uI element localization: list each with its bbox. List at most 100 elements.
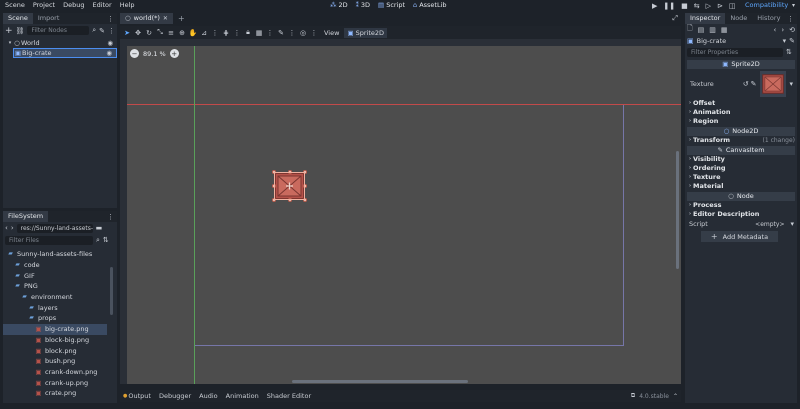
path-field[interactable]: res://Sunny-land-assets-file (16, 223, 93, 233)
section-ordering[interactable]: › Ordering (687, 164, 795, 173)
bottom-tab-debugger[interactable]: Debugger (155, 391, 195, 401)
mode-2d[interactable]: ⁂ 2D (326, 0, 352, 11)
movie-icon[interactable]: ◫ (729, 2, 736, 10)
pause-icon[interactable]: ❚❚ (663, 2, 675, 10)
chevron-down-icon[interactable]: ▾ (789, 80, 793, 88)
section-process[interactable]: › Process (687, 201, 795, 210)
scene-tab-world[interactable]: ○ world(*) ✕ (120, 13, 173, 24)
vertical-scrollbar[interactable] (676, 151, 679, 269)
file-item[interactable]: ▣ crate.png (3, 388, 117, 399)
mode-assetlib[interactable]: ⌂ AssetLib (409, 0, 450, 11)
dock-menu-icon[interactable]: ⋮ (787, 15, 794, 23)
dock-menu-icon[interactable]: ⋮ (107, 15, 114, 23)
filter-files-input[interactable]: Filter Files (5, 235, 93, 245)
close-icon[interactable]: ✕ (163, 13, 168, 24)
tab-scene[interactable]: Scene (3, 13, 33, 24)
revert-icon[interactable]: ↺ (743, 80, 749, 88)
move-tool-icon[interactable]: ✥ (133, 28, 143, 38)
file-item[interactable]: ▣ bush.png (3, 356, 117, 367)
smart-snap-icon[interactable]: ⋮ (210, 28, 220, 38)
script-value[interactable]: <empty> (755, 221, 784, 228)
texture-preview[interactable] (760, 71, 787, 97)
add-metadata-button[interactable]: + Add Metadata (701, 231, 778, 242)
sort-icon[interactable]: ⇅ (103, 236, 109, 244)
tab-import[interactable]: Import (33, 13, 65, 24)
forward-arrow-icon[interactable]: › (11, 224, 14, 232)
chevron-down-icon[interactable]: ▾ (790, 220, 794, 228)
ruler-tool-icon[interactable]: ⊿ (199, 28, 209, 38)
more-icon[interactable]: ⋮ (108, 27, 115, 35)
sort-icon[interactable]: ⇅ (786, 48, 792, 56)
grid-snap-icon[interactable]: ⋕ (221, 28, 231, 38)
play-icon[interactable]: ▶ (652, 2, 657, 10)
section-material[interactable]: › Material (687, 182, 795, 191)
sprite2d-context-menu[interactable]: ▣ Sprite2D (344, 27, 388, 38)
tree-node-world[interactable]: ▾ ○ World ◉ (3, 38, 117, 48)
bone-icon[interactable]: ✎ (276, 28, 286, 38)
scale-tool-icon[interactable]: ⤡ (155, 28, 165, 38)
visibility-eye-icon[interactable]: ◉ (107, 38, 113, 48)
view-menu[interactable]: View (320, 29, 343, 37)
rotate-tool-icon[interactable]: ↻ (144, 28, 154, 38)
more-icon[interactable]: ⋮ (287, 28, 297, 38)
chevron-down-icon[interactable]: ▾ (783, 37, 787, 45)
folder-item[interactable]: ▰ environment (3, 292, 117, 303)
folder-item[interactable]: ▰ props (3, 313, 117, 324)
save-resource-icon[interactable]: ▥ (709, 26, 716, 34)
menu-scene[interactable]: Scene (1, 0, 29, 11)
section-animation[interactable]: › Animation (687, 108, 795, 117)
bottom-tab-output[interactable]: Output (127, 391, 155, 401)
folder-item[interactable]: ▰ Sunny-land-assets-files (3, 249, 117, 260)
play-scene-icon[interactable]: ▷ (706, 2, 711, 10)
zoom-out-button[interactable]: − (130, 49, 139, 58)
tab-node[interactable]: Node (725, 13, 752, 24)
camera-override-icon[interactable]: ◎ (298, 28, 308, 38)
menu-debug[interactable]: Debug (59, 0, 88, 11)
copy-icon[interactable]: ⧉ (631, 392, 635, 400)
menu-editor[interactable]: Editor (88, 0, 115, 11)
remote-debug-icon[interactable]: ⇆ (694, 2, 700, 10)
skeleton-icon[interactable]: ⋮ (265, 28, 275, 38)
canvas-viewport[interactable]: − 89.1 % + (120, 39, 681, 384)
load-resource-icon[interactable]: ▤ (698, 26, 705, 34)
edit-icon[interactable]: ✎ (751, 80, 757, 88)
file-item[interactable]: ▣ block-big.png (3, 335, 117, 346)
dock-menu-icon[interactable]: ⋮ (107, 213, 114, 221)
chevron-down-icon[interactable]: ▾ (792, 0, 795, 11)
more-icon[interactable]: ⋮ (309, 28, 319, 38)
object-selector[interactable]: ▣ Big-crate ▾ ✎ (685, 35, 797, 46)
lock-icon[interactable]: 🔒︎ (243, 28, 253, 38)
menu-project[interactable]: Project (29, 0, 59, 11)
file-item[interactable]: ▣ crank-up.png (3, 377, 117, 388)
play-custom-icon[interactable]: ⊳ (717, 2, 723, 10)
object-history-icon[interactable]: ⟲ (789, 26, 795, 34)
snap-options-icon[interactable]: ⋮ (232, 28, 242, 38)
back-arrow-icon[interactable]: ‹ (5, 224, 8, 232)
tools-icon[interactable]: ✎ (789, 37, 795, 45)
file-item[interactable]: ▣ block.png (3, 345, 117, 356)
mode-3d[interactable]: ⁑ 3D (352, 0, 374, 11)
select-tool-icon[interactable]: ➤ (122, 28, 132, 38)
pivot-tool-icon[interactable]: ⊕ (177, 28, 187, 38)
tab-inspector[interactable]: Inspector (685, 13, 726, 24)
section-texture[interactable]: › Texture (687, 173, 795, 182)
section-offset[interactable]: › Offset (687, 99, 795, 108)
bottom-tab-animation[interactable]: Animation (222, 391, 263, 401)
expand-panel-icon[interactable]: ⌃ (673, 393, 678, 400)
folder-item[interactable]: ▰ code (3, 260, 117, 271)
tree-node-big-crate[interactable]: ▣ Big-crate ◉ (13, 48, 117, 58)
split-view-icon[interactable]: ▬ (96, 224, 103, 232)
visibility-eye-icon[interactable]: ◉ (106, 48, 112, 58)
renderer-selector[interactable]: Compatibility (745, 0, 788, 11)
new-resource-icon[interactable]: 🗋︎ (687, 24, 693, 35)
tab-filesystem[interactable]: FileSystem (3, 211, 49, 222)
menu-help[interactable]: Help (116, 0, 139, 11)
instance-scene-icon[interactable]: ⛓ (16, 27, 25, 35)
zoom-level[interactable]: 89.1 % (143, 50, 166, 58)
folder-item[interactable]: ▰ layers (3, 302, 117, 313)
history-forward-icon[interactable]: › (781, 26, 784, 34)
file-item[interactable]: ▣ big-crate.png (3, 323, 107, 335)
bottom-tab-audio[interactable]: Audio (195, 391, 221, 401)
add-node-icon[interactable]: + (5, 26, 13, 36)
filesystem-scrollbar[interactable] (110, 267, 113, 315)
